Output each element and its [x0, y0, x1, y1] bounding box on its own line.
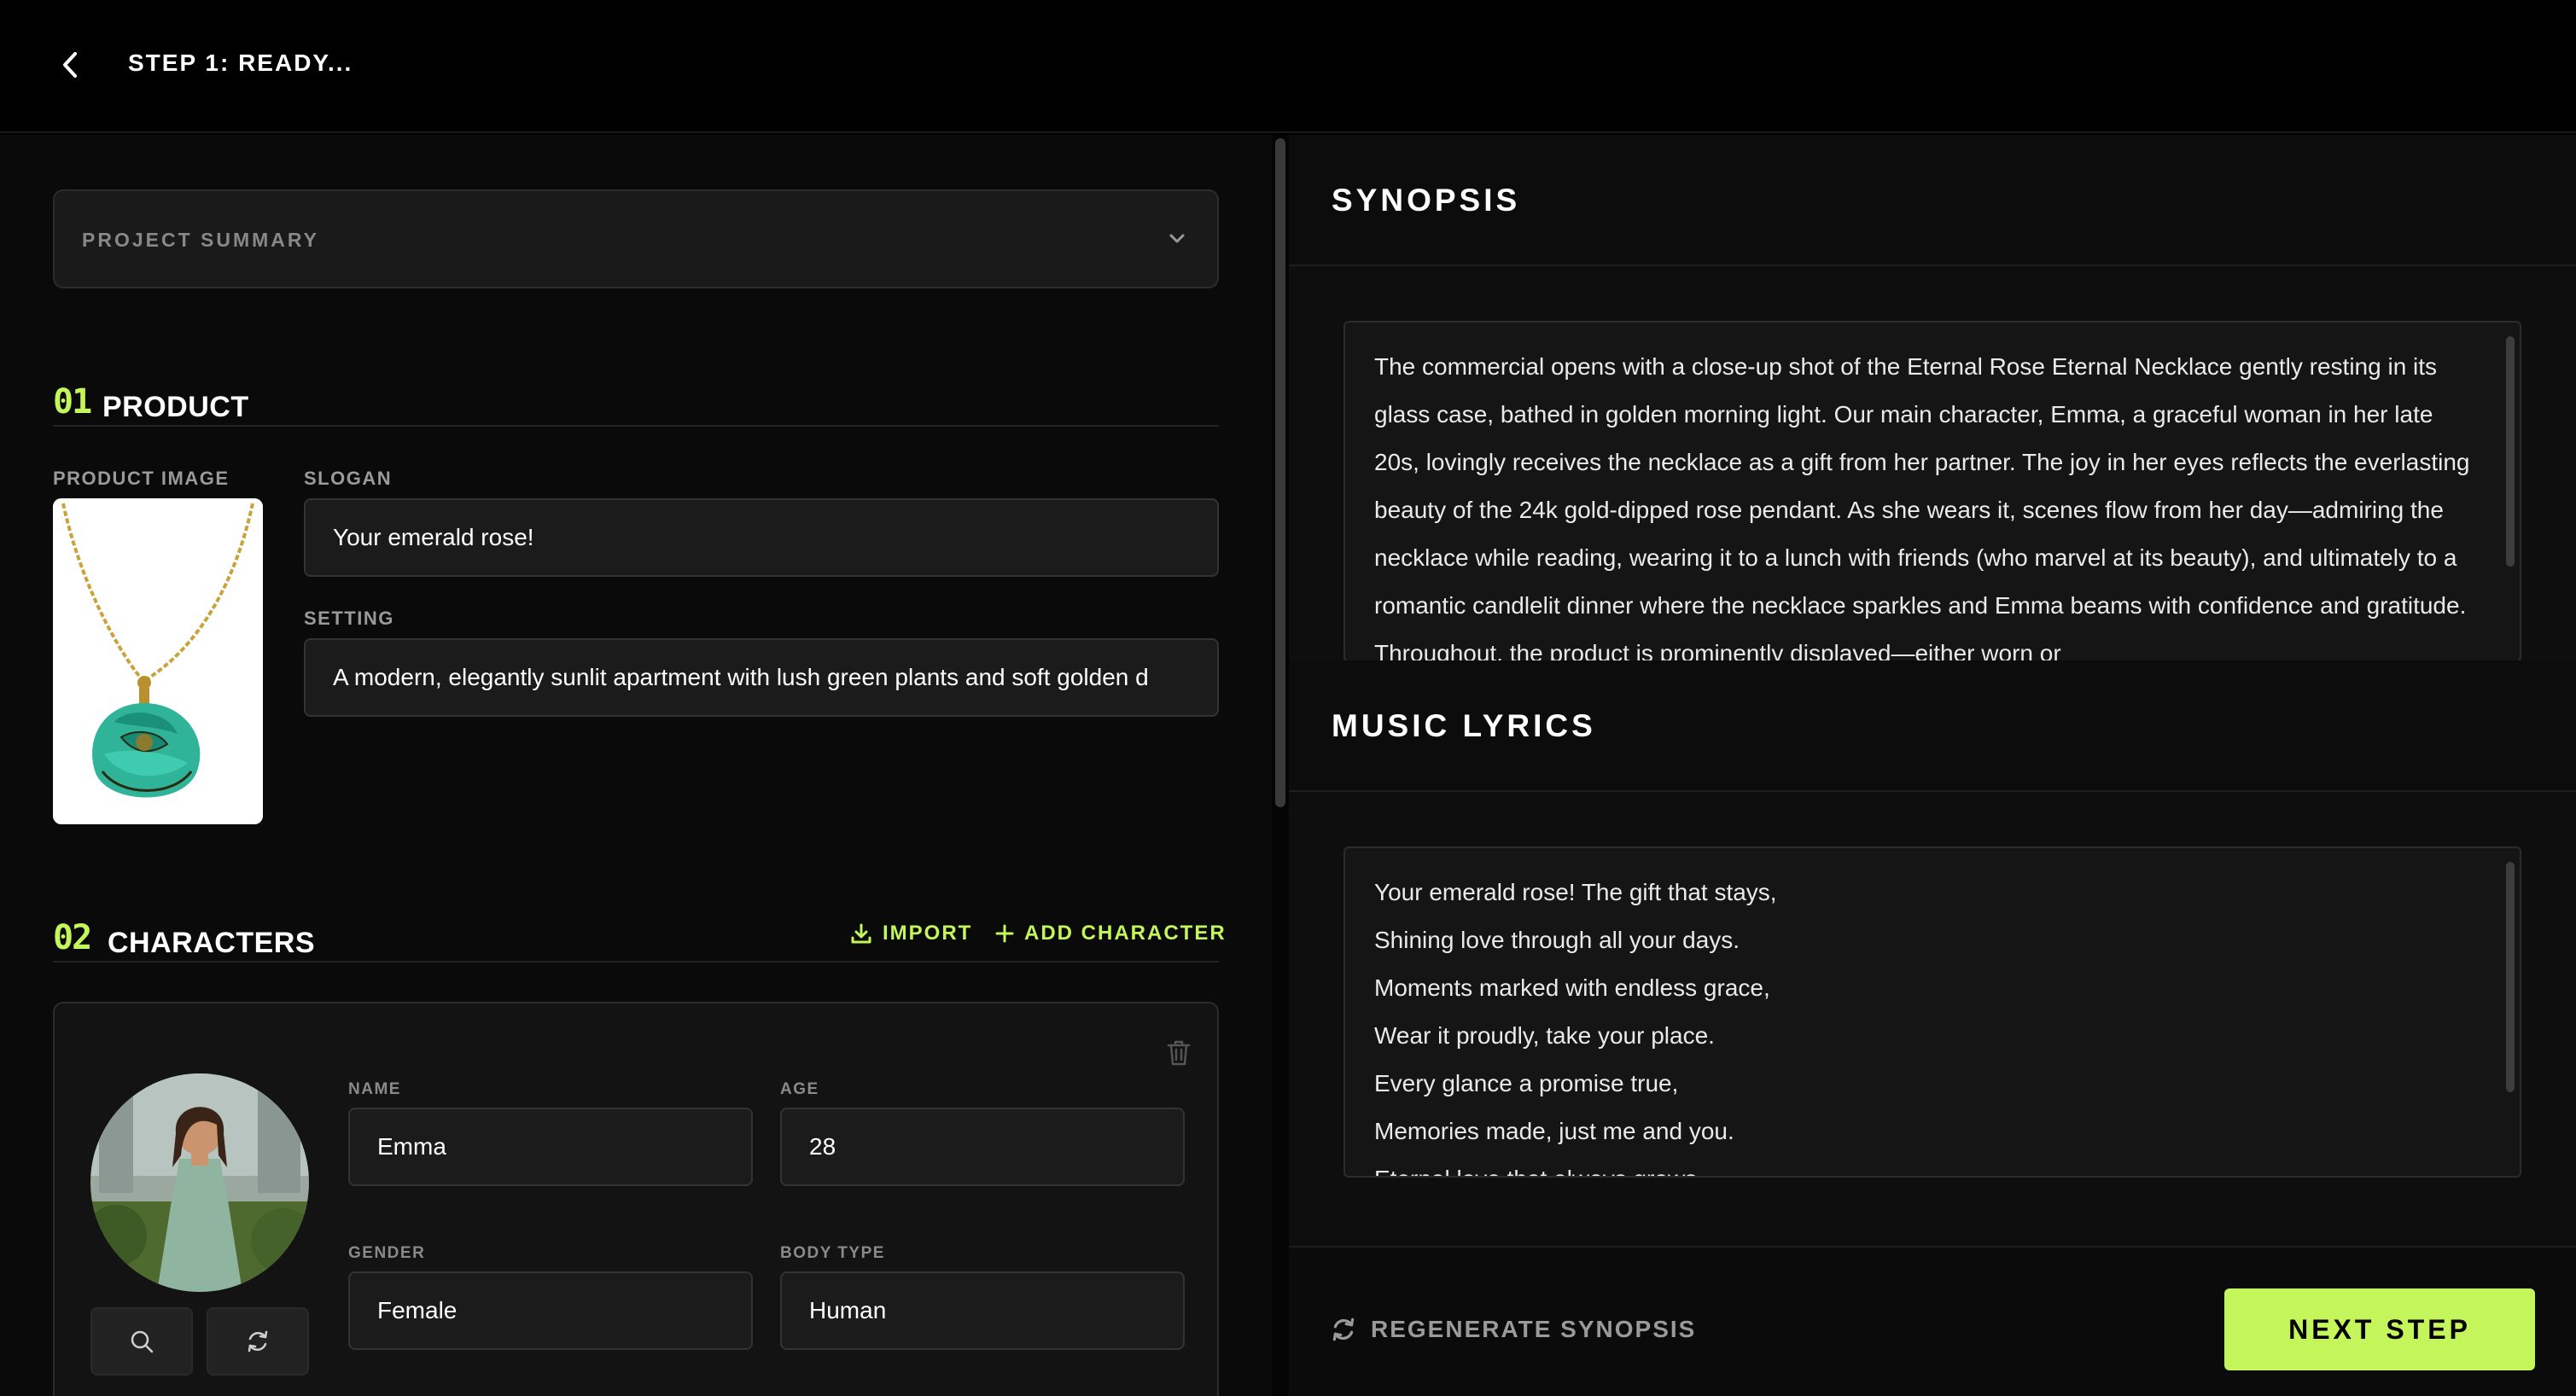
add-character-button[interactable]: ADD CHARACTER — [995, 922, 1227, 945]
project-summary-dropdown[interactable]: PROJECT SUMMARY — [53, 189, 1219, 288]
lyric-line: Shining love through all your days. — [1374, 927, 1740, 953]
characters-section-number: 02 — [53, 918, 92, 957]
page-title: STEP 1: READY... — [128, 49, 353, 76]
regenerate-synopsis-label: REGENERATE SYNOPSIS — [1371, 1316, 1697, 1342]
body-type-label: BODY TYPE — [780, 1244, 885, 1262]
avatar-regenerate-button[interactable] — [207, 1307, 309, 1376]
product-section-number: 01 — [53, 382, 92, 422]
lyric-line: Moments marked with endless grace, — [1374, 974, 1770, 1001]
avatar-search-button[interactable] — [90, 1307, 193, 1376]
synopsis-textarea[interactable]: The commercial opens with a close-up sho… — [1343, 321, 2521, 662]
lyric-line: Eternal love that always grows, — [1345, 1155, 2520, 1176]
download-icon — [851, 923, 871, 944]
refresh-icon — [1332, 1317, 1355, 1341]
product-section-title: PRODUCT — [102, 391, 249, 423]
age-label: AGE — [780, 1080, 819, 1098]
name-input[interactable]: Emma — [348, 1108, 753, 1186]
top-bar: STEP 1: READY... — [0, 0, 2576, 133]
name-label: NAME — [348, 1080, 401, 1098]
left-panel: PROJECT SUMMARY 01 PRODUCT PRODUCT IMAGE… — [0, 135, 1272, 1396]
necklace-image — [53, 498, 263, 824]
import-label: IMPORT — [883, 922, 973, 945]
body-type-input[interactable]: Human — [780, 1271, 1185, 1350]
left-panel-scroll-thumb[interactable] — [1275, 138, 1285, 807]
gender-label: GENDER — [348, 1244, 426, 1262]
product-image-label: PRODUCT IMAGE — [53, 468, 230, 489]
import-button[interactable]: IMPORT — [850, 922, 972, 945]
regenerate-synopsis-button[interactable]: REGENERATE SYNOPSIS — [1330, 1316, 1696, 1343]
synopsis-scrollbar[interactable] — [2506, 336, 2515, 567]
setting-label: SETTING — [304, 608, 394, 629]
character-card: NAME Emma AGE 28 GENDER Female BODY TYPE… — [53, 1002, 1219, 1396]
refresh-icon — [248, 1330, 268, 1352]
gender-input[interactable]: Female — [348, 1271, 753, 1350]
lyrics-textarea[interactable]: Your emerald rose! The gift that stays, … — [1343, 846, 2521, 1178]
add-character-label: ADD CHARACTER — [1024, 922, 1227, 945]
trash-icon[interactable] — [1166, 1039, 1192, 1067]
characters-section-title: CHARACTERS — [108, 927, 315, 959]
synopsis-text: The commercial opens with a close-up sho… — [1374, 353, 2470, 662]
lyrics-scrollbar[interactable] — [2506, 862, 2515, 1092]
product-image[interactable] — [53, 498, 263, 824]
project-summary-label: PROJECT SUMMARY — [82, 229, 319, 251]
back-button[interactable] — [53, 48, 87, 82]
right-panel: SYNOPSIS The commercial opens with a clo… — [1289, 135, 2576, 1396]
next-step-button[interactable]: NEXT STEP — [2224, 1288, 2535, 1370]
plus-icon — [995, 924, 1014, 943]
lyrics-title: MUSIC LYRICS — [1332, 708, 1596, 743]
slogan-label: SLOGAN — [304, 468, 393, 489]
product-section-header: 01 PRODUCT — [53, 365, 1219, 427]
search-icon — [131, 1330, 154, 1353]
setting-input[interactable]: A modern, elegantly sunlit apartment wit… — [304, 638, 1219, 717]
synopsis-header: SYNOPSIS — [1289, 135, 2576, 266]
chevron-down-icon — [1169, 234, 1185, 243]
lyric-line: Memories made, just me and you. — [1374, 1118, 1734, 1144]
synopsis-title: SYNOPSIS — [1332, 183, 1521, 218]
left-panel-scrollbar[interactable] — [1272, 135, 1289, 1396]
lyric-line: Every glance a promise true, — [1374, 1070, 1679, 1096]
lyric-line: Wear it proudly, take your place. — [1374, 1022, 1715, 1049]
age-input[interactable]: 28 — [780, 1108, 1185, 1186]
avatar — [90, 1073, 309, 1292]
chevron-left-icon — [63, 52, 77, 78]
lyrics-header: MUSIC LYRICS — [1289, 660, 2576, 792]
lyric-line: Your emerald rose! The gift that stays, — [1374, 879, 1777, 905]
slogan-input[interactable]: Your emerald rose! — [304, 498, 1219, 577]
bottom-action-bar: REGENERATE SYNOPSIS NEXT STEP — [1289, 1246, 2576, 1396]
